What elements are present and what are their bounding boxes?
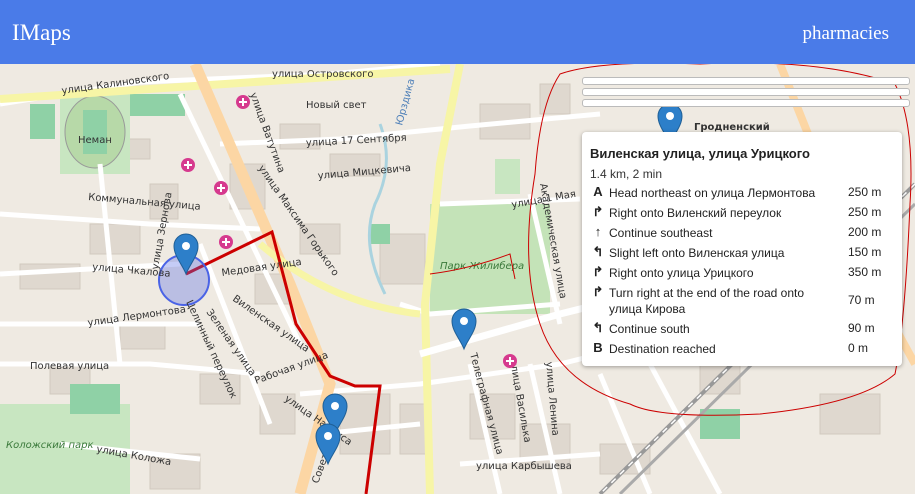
straight-icon: ↑ [594, 224, 602, 239]
top-navbar: IMaps pharmacies [0, 0, 915, 64]
street-label: улица Островского [272, 69, 374, 80]
route-step-distance: 90 m [848, 321, 875, 335]
route-step-distance: 0 m [848, 341, 869, 355]
route-step-text: Right onto улица Урицкого [609, 266, 754, 280]
pharmacy-marker[interactable] [503, 354, 517, 368]
route-step-text: Turn right at the end of the road onto у… [609, 286, 805, 316]
route-step-text: Right onto Виленский переулок [609, 206, 782, 220]
street-label: Новый свет [306, 100, 367, 111]
route-summary: 1.4 km, 2 min [590, 167, 663, 181]
route-step-text: Continue southeast [609, 226, 713, 240]
route-step-text: Continue south [609, 322, 690, 336]
pharmacy-marker[interactable] [219, 235, 233, 249]
destination-icon: B [593, 340, 603, 355]
pharmacies-link[interactable]: pharmacies [802, 23, 889, 45]
street-label: улица Карбышева [476, 461, 572, 472]
pharmacy-marker[interactable] [236, 95, 250, 109]
stadium [64, 95, 126, 169]
route-waypoint-input[interactable] [582, 88, 910, 96]
route-step-distance: 70 m [848, 293, 875, 307]
pharmacy-marker[interactable] [181, 158, 195, 172]
turn-right-icon: ↱ [592, 264, 604, 279]
route-step-text: Slight left onto Виленская улица [609, 246, 785, 260]
start-icon: A [593, 184, 603, 199]
turn-right-icon: ↱ [592, 204, 604, 219]
route-step-distance: 250 m [848, 185, 882, 199]
street-label: Полевая улица [30, 361, 109, 372]
park-label: Коложский парк [6, 440, 94, 451]
route-step-text: Head northeast on улица Лермонтова [609, 186, 816, 200]
route-step-distance: 250 m [848, 205, 882, 219]
slight-left-icon: ↰ [592, 320, 604, 335]
slight-left-icon: ↰ [592, 244, 604, 259]
turn-right-icon: ↱ [592, 284, 604, 299]
app-title[interactable]: IMaps [12, 20, 71, 46]
route-step-text: Destination reached [609, 342, 716, 356]
route-waypoint-input[interactable] [582, 77, 910, 85]
route-step-distance: 200 m [848, 225, 882, 239]
route-step-distance: 150 m [848, 245, 882, 259]
pharmacy-marker[interactable] [214, 181, 228, 195]
routing-instructions-panel: Виленская улица, улица Урицкого 1.4 km, … [582, 132, 902, 366]
route-title: Виленская улица, улица Урицкого [590, 146, 810, 161]
route-waypoint-input[interactable] [582, 99, 910, 107]
route-step-distance: 350 m [848, 265, 882, 279]
place-label: Неман [78, 135, 112, 146]
